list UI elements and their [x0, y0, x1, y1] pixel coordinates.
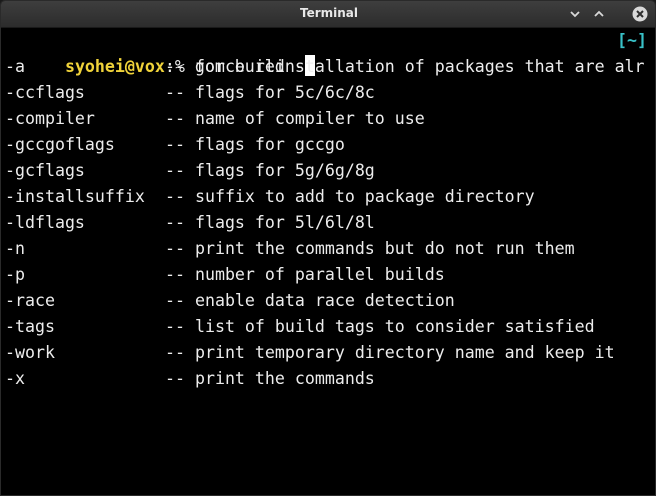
completion-item[interactable]: -gcflags -- flags for 5g/6g/8g — [5, 158, 645, 184]
close-button[interactable] — [631, 5, 649, 23]
completion-flag: -race — [5, 291, 55, 310]
completion-description: -- flags for gccgo — [165, 135, 345, 154]
prompt-line: syohei@vox:% gom build - [~] — [5, 28, 653, 76]
completion-description: -- print temporary directory name and ke… — [165, 343, 615, 362]
completion-flag: -ldflags — [5, 213, 85, 232]
completion-description: -- flags for 5g/6g/8g — [165, 161, 375, 180]
completion-flag: -ccflags — [5, 83, 85, 102]
completion-item[interactable]: -work -- print temporary directory name a… — [5, 340, 645, 366]
completion-item[interactable]: -installsuffix -- suffix to add to packag… — [5, 184, 645, 210]
completion-item[interactable]: -ldflags -- flags for 5l/6l/8l — [5, 210, 645, 236]
completion-item[interactable]: -p -- number of parallel builds — [5, 262, 645, 288]
title-bar[interactable]: Terminal — [1, 1, 655, 28]
completion-flag: -gcflags — [5, 161, 85, 180]
completion-description: -- print the commands — [165, 369, 375, 388]
completion-description: -- force reinstallation of packages that… — [165, 57, 645, 76]
completion-flag: -n — [5, 239, 25, 258]
terminal-output[interactable]: syohei@vox:% gom build - [~] -a -- force … — [1, 28, 655, 495]
completion-flag: -gccgoflags — [5, 135, 115, 154]
window-title: Terminal — [299, 6, 359, 20]
completion-description: -- number of parallel builds — [165, 265, 445, 284]
completion-item[interactable]: -ccflags -- flags for 5c/6c/8c — [5, 80, 645, 106]
close-icon — [632, 6, 648, 22]
terminal-window: Terminal syohei@vox:% gom build - [~] -a… — [0, 0, 656, 496]
completion-description: -- name of compiler to use — [165, 109, 425, 128]
minimize-button[interactable] — [567, 6, 583, 22]
chevron-up-icon — [594, 10, 604, 17]
completion-description: -- flags for 5l/6l/8l — [165, 213, 375, 232]
completion-flag: -work — [5, 343, 55, 362]
right-prompt: [~] — [617, 31, 647, 50]
maximize-button[interactable] — [591, 6, 607, 22]
completion-item[interactable]: -gccgoflags -- flags for gccgo — [5, 132, 645, 158]
completion-item[interactable]: -x -- print the commands — [5, 366, 645, 392]
completion-description: -- print the commands but do not run the… — [165, 239, 575, 258]
completion-flag: -x — [5, 369, 25, 388]
completion-flag: -a — [5, 57, 25, 76]
completion-flag: -installsuffix — [5, 187, 145, 206]
completion-item[interactable]: -a -- force reinstallation of packages th… — [5, 54, 645, 80]
completion-item[interactable]: -tags -- list of build tags to consider s… — [5, 314, 645, 340]
completion-description: -- flags for 5c/6c/8c — [165, 83, 375, 102]
completion-item[interactable]: -race -- enable data race detection — [5, 288, 645, 314]
completion-flag: -tags — [5, 317, 55, 336]
completion-flag: -compiler — [5, 109, 95, 128]
completion-description: -- suffix to add to package directory — [165, 187, 535, 206]
completion-description: -- enable data race detection — [165, 291, 455, 310]
completion-description: -- list of build tags to consider satisf… — [165, 317, 595, 336]
completion-item[interactable]: -n -- print the commands but do not run t… — [5, 236, 645, 262]
chevron-down-icon — [570, 11, 580, 18]
completion-flag: -p — [5, 265, 25, 284]
completion-item[interactable]: -compiler -- name of compiler to use — [5, 106, 645, 132]
